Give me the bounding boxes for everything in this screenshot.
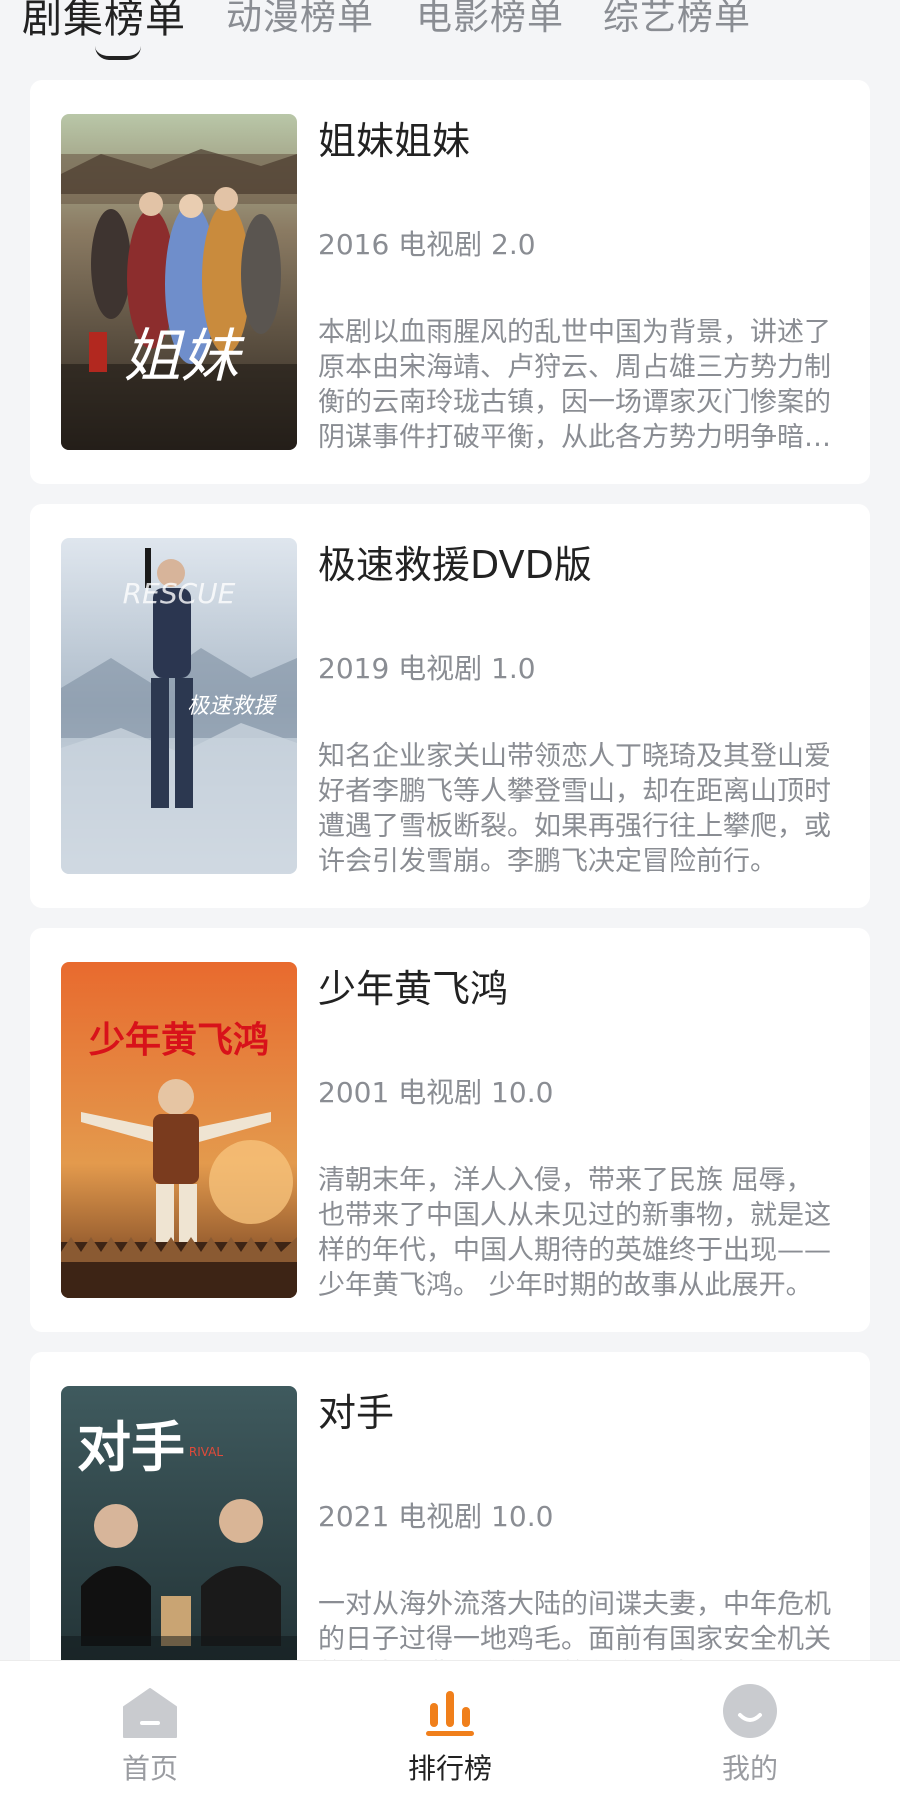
nav-ranking[interactable]: 排行榜 [350,1661,550,1800]
nav-profile-label: 我的 [721,1752,778,1785]
item-meta: 2021 电视剧 10.0 [318,1500,554,1533]
tab-movie-ranking[interactable]: 电影榜单 [416,0,564,40]
item-title[interactable]: 姐妹姐妹 [318,110,470,165]
bottom-navigation: 首页 排行榜 我的 [0,1660,900,1800]
item-description: 知名企业家关山带领恋人丁晓琦及其登山爱好者李鹏飞等人攀登雪山，却在距离山顶时遭遇… [318,741,831,877]
nav-profile[interactable]: 我的 [650,1661,850,1800]
item-title[interactable]: 对手 [318,1382,394,1437]
poster-title-art: 极速救援 [187,694,278,719]
poster-title-art: 少年黄飞鸿 [89,1019,269,1061]
poster-title-art: 姐妹 [123,322,245,390]
poster-subtitle-art: RESCUE [123,577,236,610]
ranking-item[interactable]: 姐妹 姐妹姐妹 2016 电视剧 2.0 本剧以血雨腥风的乱世中国为背景，讲述了… [30,80,870,484]
nav-home[interactable]: 首页 [50,1661,250,1800]
ranking-item[interactable]: RESCUE 极速救援 极速救援DVD版 2019 电视剧 1.0 知名企业家关… [30,504,870,908]
nav-home-label: 首页 [121,1752,178,1785]
nav-ranking-label: 排行榜 [407,1752,492,1785]
item-meta: 2019 电视剧 1.0 [318,652,536,685]
item-meta: 2001 电视剧 10.0 [318,1076,554,1109]
poster-image[interactable]: 姐妹 [61,114,297,450]
item-meta: 2016 电视剧 2.0 [318,228,536,261]
category-tabs: 剧集榜单 动漫榜单 电影榜单 综艺榜单 [0,0,900,70]
active-tab-indicator [95,46,141,60]
tab-anime-ranking[interactable]: 动漫榜单 [226,0,374,40]
poster-image[interactable]: 少年黄飞鸿 [61,962,297,1298]
tab-variety-ranking[interactable]: 综艺榜单 [603,0,751,40]
item-title[interactable]: 极速救援DVD版 [318,534,592,589]
ranking-item[interactable]: 少年黄飞鸿 少年黄飞鸿 2001 电视剧 10.0 清朝末年，洋人入侵，带来了民… [30,928,870,1332]
poster-subtitle-art: RIVAL [189,1445,224,1459]
tab-drama-ranking[interactable]: 剧集榜单 [22,0,186,44]
item-title[interactable]: 少年黄飞鸿 [318,958,508,1013]
item-description: 清朝末年，洋人入侵，带来了民族 屈辱，也带来了中国人从未见过的新事物，就是这样的… [318,1165,831,1301]
poster-image[interactable]: RESCUE 极速救援 [61,538,297,874]
home-icon [123,1688,177,1738]
item-description: 本剧以血雨腥风的乱世中国为背景，讲述了原本由宋海靖、卢狩云、周占雄三方势力制衡的… [318,317,831,453]
ranking-icon [426,1691,474,1736]
poster-title-art: 对手 [77,1415,185,1479]
profile-icon [723,1684,777,1738]
